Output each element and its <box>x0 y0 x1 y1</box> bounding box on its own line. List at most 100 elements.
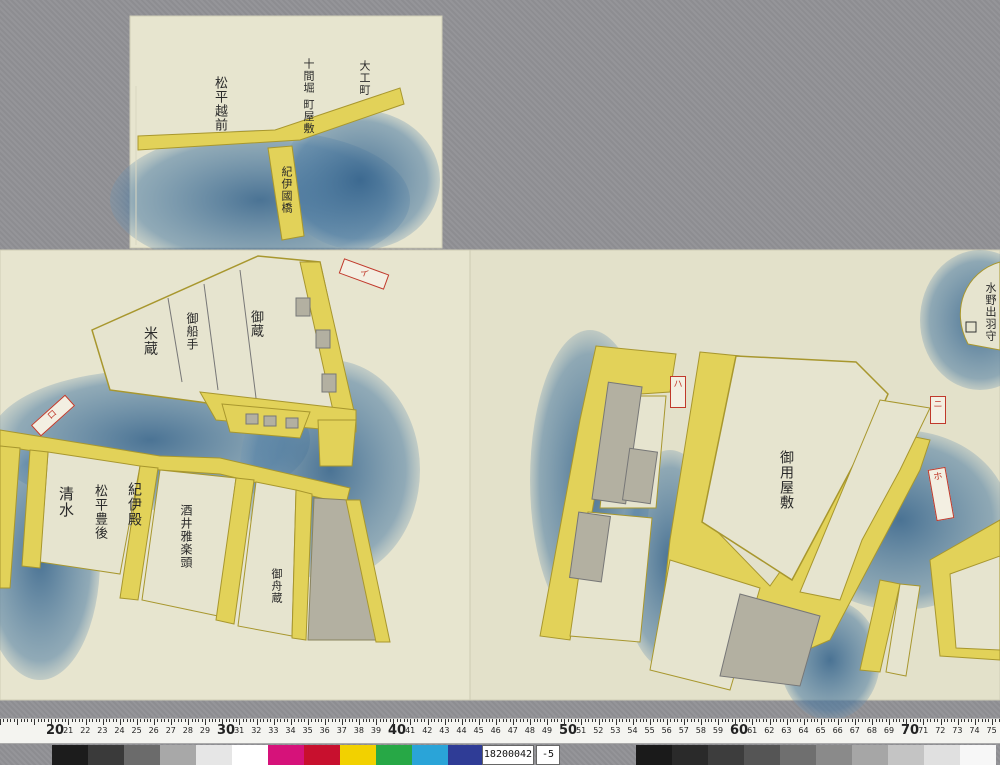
ruler-tick <box>725 719 727 722</box>
ruler-tick <box>916 719 918 722</box>
ruler-tick <box>896 719 898 722</box>
ruler-tick <box>957 719 959 725</box>
ruler-tick <box>509 719 511 722</box>
ruler-tick <box>314 719 316 722</box>
ruler-tick <box>393 719 395 725</box>
ruler-tick <box>690 719 692 722</box>
ruler-tick <box>707 719 709 722</box>
ruler-tick <box>817 719 819 722</box>
ruler-tick <box>796 719 798 722</box>
ruler-tick <box>355 719 357 722</box>
ruler-tick <box>848 719 850 722</box>
ruler-tick <box>547 719 549 725</box>
ruler-tick <box>937 719 939 722</box>
color-patch <box>448 745 484 765</box>
ruler-tick <box>824 719 826 722</box>
ruler-tick <box>646 719 648 722</box>
ruler-tick <box>164 719 166 722</box>
ruler-tick <box>950 719 952 722</box>
ruler-tick <box>85 719 87 725</box>
ruler-tick <box>0 719 1 725</box>
ruler-number: 37 <box>336 726 347 735</box>
ruler-number: 53 <box>610 726 621 735</box>
ruler-tick <box>68 719 70 725</box>
ruler-tick <box>742 719 744 722</box>
ruler-number: 38 <box>353 726 364 735</box>
ruler-tick <box>673 719 675 722</box>
ruler-tick <box>140 719 142 722</box>
ruler-tick <box>218 719 220 722</box>
ruler-number: 48 <box>524 726 535 735</box>
ruler-tick <box>564 719 566 725</box>
ruler-number: 47 <box>507 726 518 735</box>
ruler-tick <box>598 719 600 725</box>
ruler-tick <box>554 719 556 722</box>
ruler-tick <box>892 719 894 722</box>
ruler-tick <box>328 719 330 722</box>
color-patch <box>88 745 124 765</box>
ruler-tick <box>694 719 696 722</box>
ruler-tick <box>844 719 846 722</box>
ruler-number: 56 <box>661 726 672 735</box>
ruler-tick <box>595 719 597 722</box>
ruler-tick <box>280 719 282 722</box>
ruler-tick <box>984 719 986 722</box>
color-patch <box>196 745 232 765</box>
ruler-tick <box>502 719 504 722</box>
ruler-number: 75 <box>986 726 997 735</box>
ruler-tick <box>889 719 891 725</box>
ruler-tick <box>841 719 843 722</box>
ruler-tick <box>995 719 997 722</box>
ruler-number: 34 <box>285 726 296 735</box>
ruler-tick <box>201 719 203 722</box>
ruler-tick <box>64 719 66 722</box>
ruler-number: 39 <box>370 726 382 735</box>
ruler-tick <box>290 719 292 725</box>
ruler-tick <box>348 719 350 722</box>
ruler-tick <box>536 719 538 722</box>
ruler-tick <box>410 719 412 725</box>
ruler-tick <box>235 719 237 722</box>
label-top-left: 松平越前 <box>212 76 227 132</box>
ruler-tick <box>660 719 662 722</box>
ruler-tick <box>225 719 227 722</box>
ruler-tick <box>153 719 155 725</box>
ruler-tick <box>420 719 422 722</box>
ruler-tick <box>858 719 860 722</box>
ruler-tick <box>820 719 822 725</box>
ruler-tick <box>581 719 583 725</box>
ruler-tick <box>106 719 108 722</box>
ruler-tick <box>755 719 757 722</box>
ruler-tick <box>324 719 326 725</box>
ruler-tick <box>461 719 463 725</box>
ruler-number: 58 <box>695 726 706 735</box>
ruler-tick <box>451 719 453 722</box>
ruler-tick <box>906 719 908 725</box>
label-bridge: 紀伊國橋 <box>280 166 293 214</box>
ruler-tick <box>171 719 172 725</box>
color-patch <box>376 745 412 765</box>
label-block-e: 御舟蔵 <box>270 568 283 604</box>
ruler-tick <box>129 719 131 722</box>
ruler-tick <box>427 719 429 725</box>
gray-patch <box>780 745 816 765</box>
ruler-tick <box>998 719 1000 722</box>
ruler-tick <box>304 719 306 722</box>
ruler-tick <box>454 719 456 722</box>
ruler-tick <box>779 719 781 722</box>
ruler-tick <box>571 719 573 722</box>
ruler-tick <box>256 719 258 725</box>
ruler-tick <box>506 719 508 722</box>
ruler-tick <box>102 719 104 725</box>
ruler-tick <box>482 719 484 722</box>
ruler-tick <box>273 719 275 725</box>
ruler-tick <box>666 719 668 725</box>
ruler-tick <box>882 719 884 722</box>
ruler-tick <box>54 719 56 722</box>
ruler-tick <box>365 719 367 722</box>
ruler-tick <box>338 719 340 722</box>
ruler-tick <box>23 719 25 722</box>
ruler-tick <box>865 719 867 722</box>
ruler-number: 65 <box>815 726 826 735</box>
ruler-tick <box>926 719 928 722</box>
